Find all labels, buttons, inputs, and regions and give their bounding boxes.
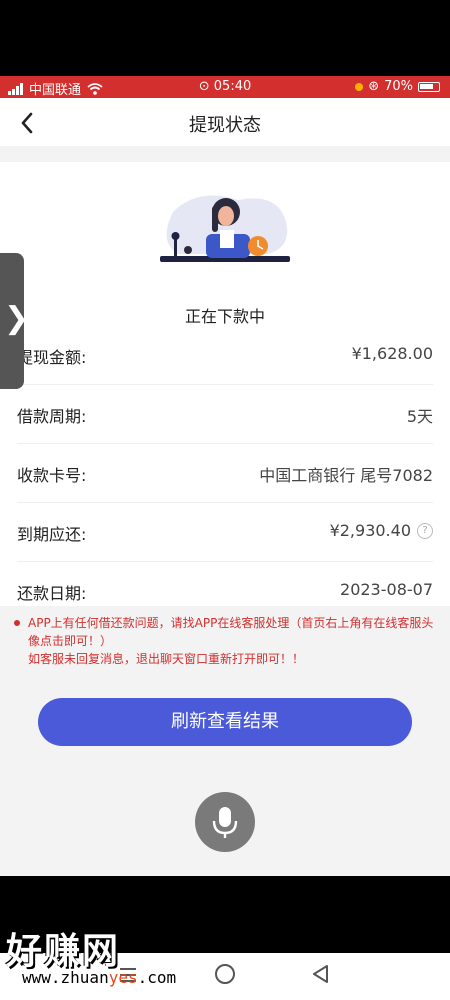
watermark-url-prefix: www.zhuan [22, 968, 109, 987]
chevron-right-icon: ❯ [4, 301, 30, 336]
refresh-result-button[interactable]: 刷新查看结果 [38, 698, 412, 746]
header-bar: 提现状态 [0, 98, 450, 147]
top-black-band [0, 0, 450, 76]
notice-line-2: 如客服未回复消息，退出聊天窗口重新打开即可！！ [28, 652, 305, 666]
detail-row-period: 借款周期: 5天 [17, 385, 433, 444]
battery-percent: 70% [384, 79, 413, 94]
home-icon[interactable] [214, 963, 236, 985]
detail-label: 还款日期: [17, 584, 87, 603]
detail-row-amount: 提现金额: ¥1,628.00 [17, 326, 433, 385]
status-bar-right: ⊛ 70% [355, 79, 440, 94]
help-icon[interactable]: ? [417, 522, 433, 539]
watermark-url: www.zhuanyes.com [22, 968, 176, 987]
record-icon: ⊙ [198, 79, 210, 94]
detail-row-due-date: 还款日期: 2023-08-07 [17, 562, 433, 620]
phone-screen: 中国联通 ⊙ 05:40 ⊛ 70% 提现状态 正在下款中 提现金额: ¥1,6… [0, 0, 450, 1000]
microphone-icon [212, 807, 238, 838]
agent-illustration [160, 195, 290, 262]
detail-label: 借款周期: [17, 407, 87, 426]
side-drawer-handle[interactable]: ❯ [0, 253, 29, 389]
voice-input-button[interactable] [195, 792, 255, 852]
status-bar: 中国联通 ⊙ 05:40 ⊛ 70% [0, 76, 450, 98]
detail-row-due-amount: 到期应还: ¥2,930.40 ? [17, 503, 433, 562]
battery-icon [418, 81, 440, 92]
detail-value: 2023-08-07 [340, 580, 433, 599]
main-content: 正在下款中 提现金额: ¥1,628.00 借款周期: 5天 收款卡号: 中国工… [0, 146, 450, 876]
watermark-url-highlight: yes [108, 968, 138, 987]
detail-label: 收款卡号: [17, 466, 87, 485]
detail-value: 中国工商银行 尾号7082 [259, 466, 433, 485]
notice-line-1: APP上有任何借还款问题，请找APP在线客服处理（首页右上角有在线客服头像点击即… [12, 614, 438, 650]
detail-label: 提现金额: [17, 348, 87, 367]
detail-value: ¥2,930.40 [329, 521, 411, 540]
detail-value-wrap: ¥2,930.40 ? [330, 521, 433, 540]
status-card: 正在下款中 提现金额: ¥1,628.00 借款周期: 5天 收款卡号: 中国工… [0, 162, 450, 606]
watermark-url-suffix: .com [137, 968, 177, 987]
notice-text: APP上有任何借还款问题，请找APP在线客服处理（首页右上角有在线客服头像点击即… [12, 614, 438, 668]
back-triangle-icon[interactable] [310, 963, 332, 985]
detail-value: 5天 [406, 407, 433, 426]
location-icon: ⊛ [368, 79, 380, 94]
detail-label: 到期应还: [17, 525, 87, 544]
watermark-logo: 好赚网 [6, 931, 121, 972]
withdraw-status-text: 正在下款中 [184, 307, 265, 326]
clock-time: 05:40 [213, 79, 252, 94]
detail-row-card: 收款卡号: 中国工商银行 尾号7082 [17, 444, 433, 503]
notification-dot-icon [355, 82, 364, 91]
page-title: 提现状态 [189, 115, 261, 136]
detail-value: ¥1,628.00 [351, 344, 433, 363]
